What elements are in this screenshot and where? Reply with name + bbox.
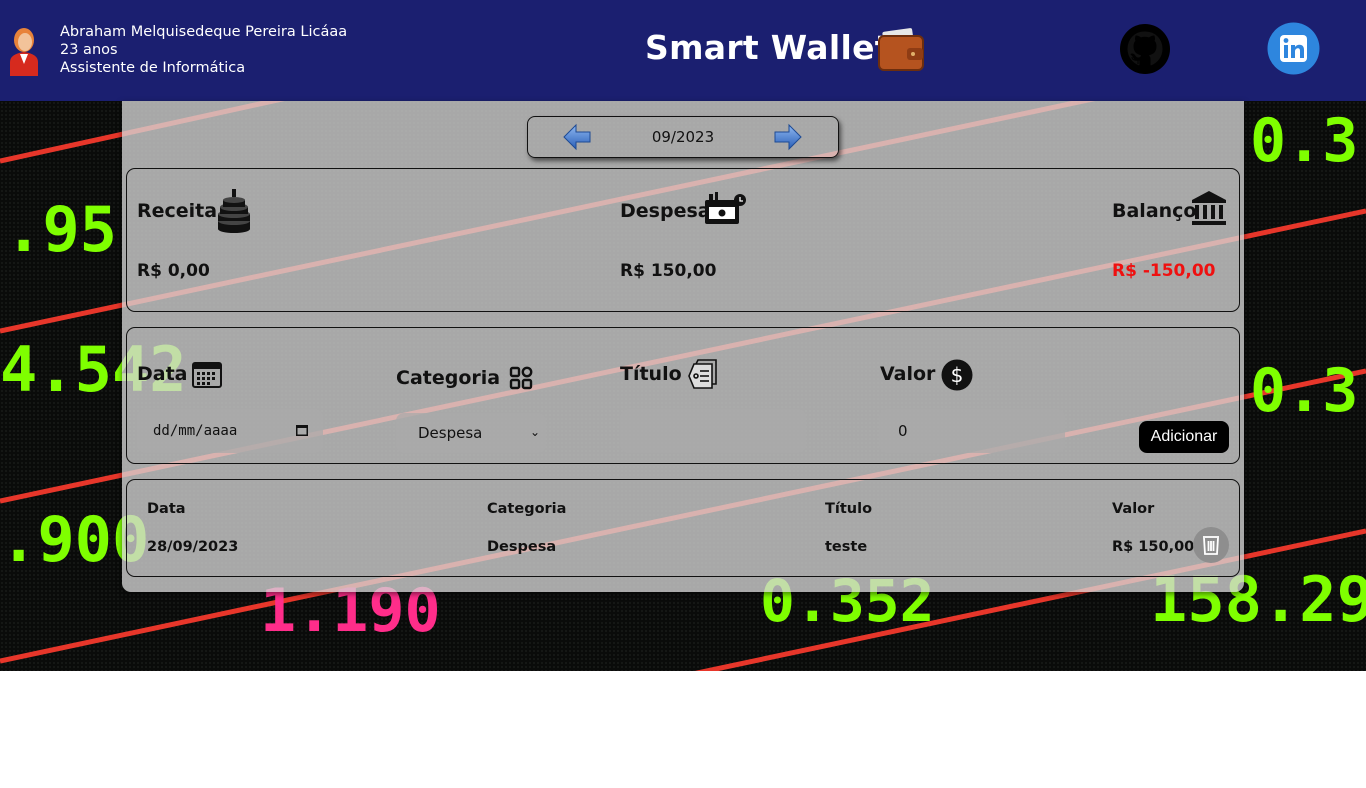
svg-text:0.3: 0.3: [1250, 356, 1358, 426]
header-title: Título: [825, 501, 873, 517]
category-select[interactable]: Despesa ⌄: [396, 413, 546, 453]
delete-row-button[interactable]: [1193, 527, 1229, 563]
value-input[interactable]: 0: [879, 409, 1065, 453]
title-label: Título: [620, 363, 682, 385]
user-age: 23 anos: [60, 42, 118, 58]
row-category: Despesa: [487, 539, 557, 555]
linkedin-icon[interactable]: [1267, 22, 1320, 75]
balance-label: Balanço: [1112, 200, 1197, 222]
user-name: Abraham Melquisedeque Pereira Licáaa: [60, 24, 348, 40]
svg-text:0.3: 0.3: [1250, 106, 1358, 176]
expense-label: Despesa: [620, 200, 711, 222]
dollar-coin-icon: $: [941, 359, 973, 391]
coins-stack-icon: [218, 189, 250, 233]
add-button[interactable]: Adicionar: [1139, 421, 1229, 453]
main-panel: 09/2023 Receita R$ 0,00 Despesa R$ 150,0…: [122, 101, 1244, 592]
category-label: Categoria: [396, 367, 501, 389]
category-selected-value: Despesa: [418, 424, 483, 442]
row-date: 28/09/2023: [147, 539, 239, 555]
money-terminal-icon: [705, 192, 746, 224]
date-input[interactable]: dd/mm/aaaa: [137, 409, 323, 453]
bank-icon: [1192, 191, 1226, 225]
category-grid-icon: [509, 366, 533, 390]
chevron-down-icon: ⌄: [529, 425, 540, 439]
expense-value: R$ 150,00: [620, 261, 717, 281]
row-value: R$ 150,00: [1112, 539, 1195, 555]
value-input-value: 0: [898, 422, 908, 440]
add-entry-form: Data dd/mm/aaaa Categoria Despesa ⌄ Títu…: [126, 327, 1240, 464]
user-profile: Abraham Melquisedeque Pereira Licáaa 23 …: [60, 23, 347, 77]
income-label: Receita: [137, 200, 218, 222]
date-placeholder: dd/mm/aaaa: [153, 423, 238, 439]
github-icon[interactable]: [1119, 23, 1171, 75]
app-title: Smart Wallet: [645, 28, 891, 67]
date-picker-icon[interactable]: [295, 423, 309, 437]
summary-card: Receita R$ 0,00 Despesa R$ 150,00 Balanç…: [126, 168, 1240, 312]
header-date: Data: [147, 501, 186, 517]
next-month-arrow-icon[interactable]: [773, 122, 803, 152]
user-role: Assistente de Informática: [60, 60, 246, 76]
value-label: Valor: [880, 363, 936, 385]
trash-icon: [1203, 536, 1219, 555]
calendar-icon: [192, 362, 222, 388]
top-header: Abraham Melquisedeque Pereira Licáaa 23 …: [0, 0, 1366, 101]
svg-text:.95: .95: [5, 193, 117, 266]
balance-value: R$ -150,00: [1112, 261, 1216, 281]
row-title: teste: [825, 539, 868, 555]
header-value: Valor: [1112, 501, 1155, 517]
title-input[interactable]: [620, 409, 806, 453]
entries-table: Data Categoria Título Valor 28/09/2023 D…: [126, 479, 1240, 577]
price-tags-icon: [688, 359, 717, 389]
month-navigator: 09/2023: [527, 116, 839, 158]
income-value: R$ 0,00: [137, 261, 210, 281]
header-category: Categoria: [487, 501, 567, 517]
svg-text:$: $: [951, 363, 964, 387]
date-label: Data: [137, 363, 188, 385]
avatar-icon: [10, 28, 38, 76]
wallet-icon: [878, 28, 924, 71]
